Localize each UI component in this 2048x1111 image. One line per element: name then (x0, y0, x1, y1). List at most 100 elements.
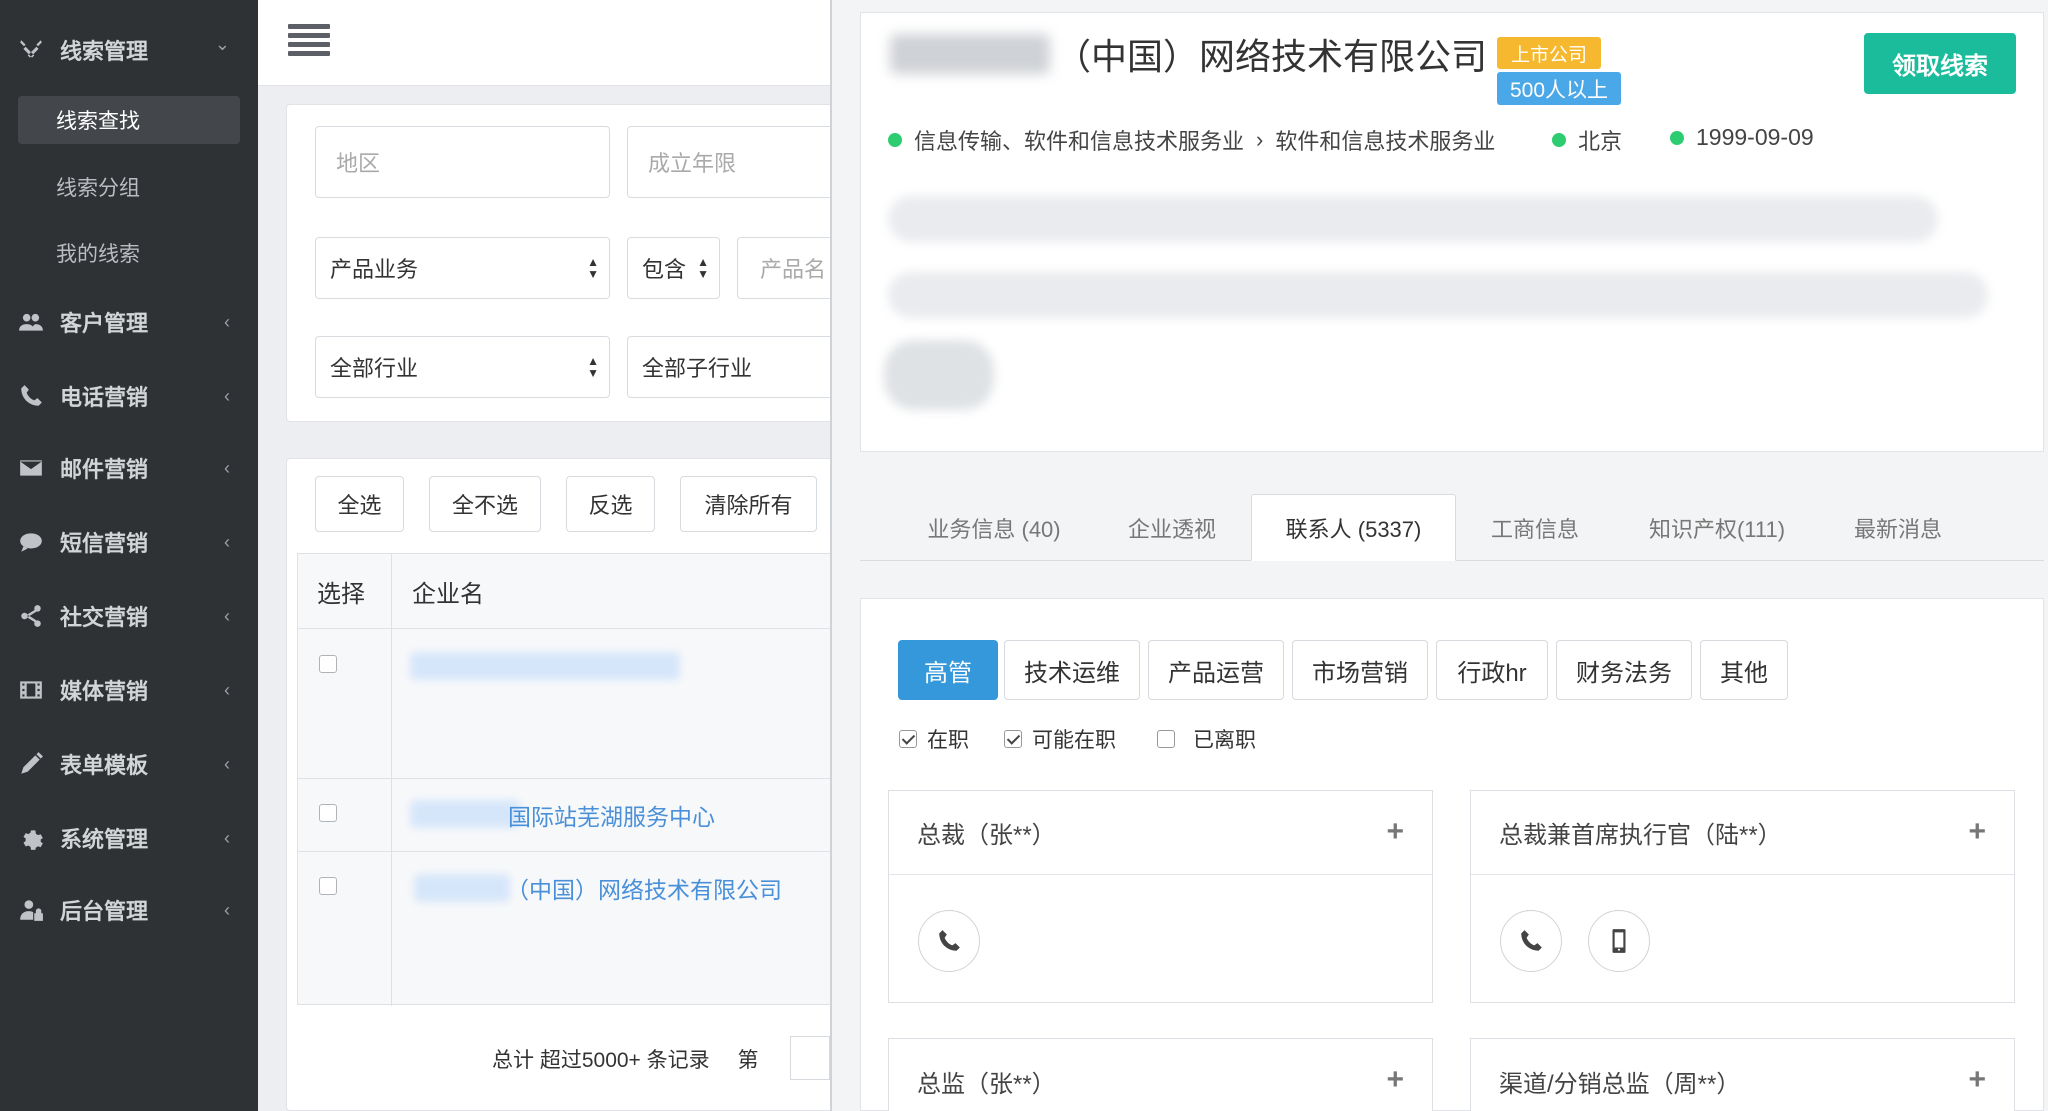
nav-media-marketing[interactable]: 媒体营销 ‹ (0, 662, 258, 718)
chevron-left-icon: ‹ (224, 680, 230, 700)
phone-button[interactable] (1500, 910, 1562, 972)
industry: 信息传输、软件和信息技术服务业 (914, 129, 1245, 154)
chat-bubble-icon (16, 527, 46, 557)
sort-arrows-icon: ▲ ▼ (587, 354, 599, 380)
column-header-select: 选择 (317, 580, 365, 608)
nav-label: 客户管理 (60, 311, 149, 336)
redacted-company-name (410, 652, 680, 680)
role-tech-ops-button[interactable]: 技术运维 (1004, 640, 1140, 700)
share-icon (16, 601, 46, 631)
company-link[interactable]: （中国）网络技术有限公司 (506, 871, 782, 905)
claim-clue-button[interactable]: 领取线索 (1864, 33, 2016, 94)
phone-button[interactable] (918, 910, 980, 972)
role-marketing-button[interactable]: 市场营销 (1292, 640, 1428, 700)
invert-selection-button[interactable]: 反选 (566, 476, 655, 532)
contact-card: 总裁兼首席执行官（陆**） + (1470, 790, 2015, 1003)
checkbox-label: 在职 (927, 729, 969, 752)
redacted-company-prefix (410, 800, 520, 828)
row-checkbox[interactable] (319, 655, 337, 673)
chevron-right-icon: › (1256, 127, 1264, 152)
filter-possibly-employed[interactable]: 可能在职 (1004, 724, 1116, 754)
pencil-icon (16, 749, 46, 779)
checkbox-checked[interactable] (899, 730, 917, 748)
chevron-left-icon: ‹ (224, 606, 230, 626)
tab-contacts[interactable]: 联系人 (5337) (1251, 494, 1456, 561)
total-records: 总计 超过5000+ 条记录 (492, 1049, 710, 1072)
founded-info: 1999-09-09 (1670, 124, 1814, 151)
nav-label: 社交营销 (60, 605, 149, 630)
role-finance-legal-button[interactable]: 财务法务 (1556, 640, 1692, 700)
chevron-left-icon: ‹ (224, 458, 230, 478)
tab-enterprise-insight[interactable]: 企业透视 (1110, 494, 1234, 561)
subnav-clue-groups[interactable]: 线索分组 (18, 163, 240, 211)
company-link[interactable]: 国际站芜湖服务中心 (508, 798, 715, 832)
nav-label: 电话营销 (60, 385, 149, 410)
hamburger-menu-icon[interactable] (288, 24, 330, 58)
nav-clue-management[interactable]: 线索管理 ⌄ (0, 22, 258, 78)
nav-sms-marketing[interactable]: 短信营销 ‹ (0, 514, 258, 570)
select-all-button[interactable]: 全选 (315, 476, 404, 532)
user-lock-icon (16, 895, 46, 925)
checkbox-checked[interactable] (1004, 730, 1022, 748)
envelope-icon (16, 453, 46, 483)
established-years-input[interactable]: 成立年限 (627, 126, 842, 198)
subindustry: 软件和信息技术服务业 (1275, 129, 1496, 154)
product-business-select[interactable]: 产品业务 ▲ ▼ (315, 237, 610, 299)
tab-registration-info[interactable]: 工商信息 (1473, 494, 1597, 561)
filter-employed[interactable]: 在职 (899, 724, 969, 754)
phone-icon (16, 381, 46, 411)
checkbox-label: 可能在职 (1032, 729, 1116, 752)
filter-resigned[interactable]: 已离职 (1157, 724, 1256, 754)
select-value: 全部行业 (330, 356, 419, 381)
contact-card: 总监（张**） + (888, 1038, 1433, 1111)
nav-backend-management[interactable]: 后台管理 ‹ (0, 882, 258, 938)
chevron-left-icon: ‹ (224, 312, 230, 332)
topbar (258, 0, 830, 86)
row-checkbox[interactable] (319, 877, 337, 895)
clear-all-button[interactable]: 清除所有 (680, 476, 817, 532)
select-value: 产品业务 (330, 257, 419, 282)
nav-email-marketing[interactable]: 邮件营销 ‹ (0, 440, 258, 496)
nav-form-templates[interactable]: 表单模板 ‹ (0, 736, 258, 792)
nav-customer-management[interactable]: 客户管理 ‹ (0, 294, 258, 350)
city-info: 北京 (1552, 124, 1622, 156)
results-table: 选择 企业名 国际站芜湖服务中心 （中国）网络技术有限公司 (297, 553, 847, 1006)
checkbox-unchecked[interactable] (1157, 730, 1175, 748)
role-executive-button[interactable]: 高管 (898, 640, 998, 700)
region-input[interactable]: 地区 (315, 126, 610, 198)
tab-latest-news[interactable]: 最新消息 (1836, 494, 1960, 561)
role-admin-hr-button[interactable]: 行政hr (1436, 640, 1548, 700)
redacted-tags (888, 196, 1938, 242)
gear-icon (16, 823, 46, 853)
plus-icon[interactable]: + (1386, 1063, 1404, 1097)
product-name-input[interactable]: 产品名 (737, 237, 842, 299)
company-size-badge: 500人以上 (1497, 72, 1621, 105)
nav-label: 短信营销 (60, 531, 149, 556)
subindustry-select[interactable]: 全部子行业 (627, 336, 842, 398)
subnav-my-clues[interactable]: 我的线索 (18, 229, 240, 277)
role-other-button[interactable]: 其他 (1700, 640, 1788, 700)
plus-icon[interactable]: + (1968, 1063, 1986, 1097)
row-checkbox[interactable] (319, 804, 337, 822)
subnav-clue-search[interactable]: 线索查找 (18, 96, 240, 144)
plus-icon[interactable]: + (1968, 815, 1986, 849)
tab-intellectual-property[interactable]: 知识产权(111) (1630, 494, 1804, 561)
role-product-ops-button[interactable]: 产品运营 (1148, 640, 1284, 700)
plus-icon[interactable]: + (1386, 815, 1404, 849)
chevron-left-icon: ‹ (224, 754, 230, 774)
tools-icon (16, 35, 46, 65)
film-icon (16, 675, 46, 705)
nav-label: 系统管理 (60, 827, 149, 852)
select-none-button[interactable]: 全不选 (429, 476, 541, 532)
nav-social-marketing[interactable]: 社交营销 ‹ (0, 588, 258, 644)
page-number-input[interactable] (790, 1036, 830, 1080)
contact-title: 总监（张**） (917, 1070, 1056, 1098)
nav-system-management[interactable]: 系统管理 ‹ (0, 810, 258, 866)
contact-title: 总裁兼首席执行官（陆**） (1499, 822, 1782, 849)
phone-icon (1521, 930, 1542, 951)
tab-business-info[interactable]: 业务信息 (40) (900, 494, 1088, 561)
mobile-button[interactable] (1588, 910, 1650, 972)
contains-select[interactable]: 包含 ▲ ▼ (627, 237, 720, 299)
industry-select[interactable]: 全部行业 ▲ ▼ (315, 336, 610, 398)
nav-phone-marketing[interactable]: 电话营销 ‹ (0, 368, 258, 424)
